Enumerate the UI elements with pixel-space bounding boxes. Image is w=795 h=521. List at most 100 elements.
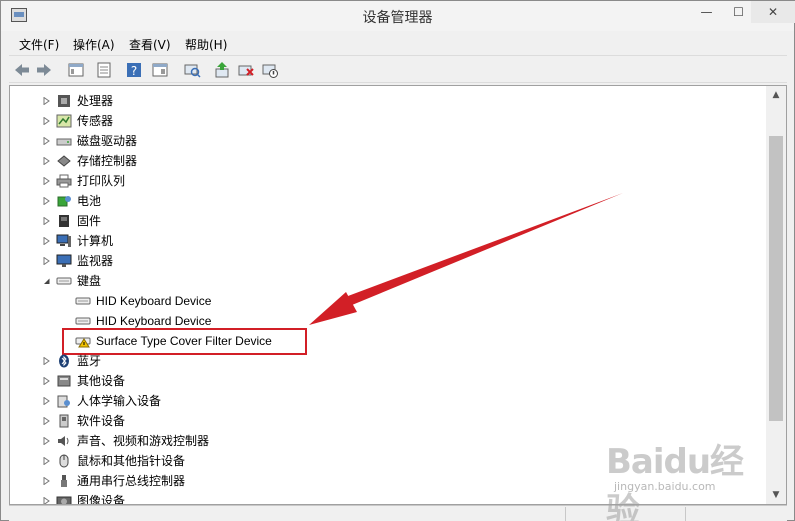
tree-item-label: 电池 (77, 194, 102, 208)
tree-item-hid[interactable]: 人体学输入设备 (10, 391, 750, 411)
sound-icon (58, 436, 69, 446)
tree-item-label: 处理器 (77, 94, 114, 108)
expand-arrow-icon[interactable] (43, 97, 50, 105)
expand-arrow-icon[interactable] (43, 397, 50, 405)
menu-view[interactable]: 查看(V) (129, 36, 171, 53)
printer-icon (56, 174, 72, 188)
expand-arrow-icon[interactable] (43, 477, 50, 485)
tree-item-label: 打印队列 (77, 174, 126, 188)
expand-arrow-icon[interactable] (43, 197, 50, 205)
expand-arrow-icon[interactable] (43, 257, 50, 265)
baidu-watermark: Baidu经验 jingyan.baidu.com (606, 434, 756, 521)
scroll-up-icon[interactable]: ▲ (766, 86, 786, 104)
console-tree-icon[interactable] (67, 61, 85, 79)
tree-item-disk-drive[interactable]: 磁盘驱动器 (10, 131, 750, 151)
bluetooth-icon (59, 354, 69, 368)
status-divider (565, 507, 566, 521)
expand-arrow-icon[interactable] (43, 237, 50, 245)
tree-item-storage-controller[interactable]: 存储控制器 (10, 151, 750, 171)
tree-item-label: 磁盘驱动器 (77, 134, 138, 148)
imaging-device-icon (56, 496, 72, 504)
svg-text:?: ? (131, 64, 137, 78)
action-pane-icon[interactable] (151, 61, 169, 79)
usb-icon (61, 475, 67, 487)
tree-item-label: 键盘 (77, 274, 102, 288)
expand-arrow-icon[interactable] (43, 357, 50, 365)
expand-arrow-icon[interactable] (43, 117, 50, 125)
tree-item-label: 鼠标和其他指针设备 (77, 454, 186, 468)
watermark-url: jingyan.baidu.com (614, 480, 716, 493)
menu-bar: 文件(F) 操作(A) 查看(V) 帮助(H) (9, 32, 787, 54)
scan-hardware-icon[interactable] (183, 61, 201, 79)
minimize-button[interactable]: — (692, 1, 721, 23)
maximize-button[interactable]: ☐ (724, 1, 753, 23)
tree-item-label: 监视器 (77, 254, 114, 268)
title-bar[interactable]: 设备管理器 — ☐ ✕ (1, 1, 795, 31)
close-button[interactable]: ✕ (751, 1, 795, 23)
help-icon[interactable]: ? (125, 61, 143, 79)
forward-arrow-icon[interactable] (35, 61, 53, 79)
tree-item-hid-keyboard-device[interactable]: HID Keyboard Device (10, 291, 750, 311)
expand-arrow-icon[interactable] (43, 457, 50, 465)
tree-item-firmware[interactable]: 固件 (10, 211, 750, 231)
firmware-icon (59, 215, 69, 227)
tree-item-bluetooth[interactable]: 蓝牙 (10, 351, 750, 371)
expand-arrow-icon[interactable] (43, 497, 50, 505)
tree-item-print-queue[interactable]: 打印队列 (10, 171, 750, 191)
tree-item-processor[interactable]: 处理器 (10, 91, 750, 111)
expand-arrow-icon[interactable] (43, 157, 50, 165)
processor-icon (58, 95, 70, 107)
hid-icon (57, 395, 70, 408)
expand-arrow-icon[interactable] (43, 217, 50, 225)
battery-icon (57, 196, 71, 207)
monitor-icon (56, 254, 72, 267)
tree-item-other-devices[interactable]: 其他设备 (10, 371, 750, 391)
properties-icon[interactable] (95, 61, 113, 79)
tree-item-label: 通用串行总线控制器 (77, 474, 186, 488)
toolbar: ? (9, 55, 787, 83)
back-arrow-icon[interactable] (13, 61, 31, 79)
tree-item-label: 蓝牙 (77, 354, 102, 368)
menu-help[interactable]: 帮助(H) (185, 36, 227, 53)
computer-icon (56, 234, 71, 247)
tree-item-keyboard[interactable]: 键盘 (10, 271, 750, 291)
expand-arrow-icon[interactable] (43, 417, 50, 425)
watermark-logo: Baidu经验 (606, 442, 744, 521)
tree-item-label: 图像设备 (77, 494, 126, 505)
tree-item-label: 其他设备 (77, 374, 126, 388)
update-driver-icon[interactable] (213, 61, 231, 79)
disable-device-icon[interactable] (261, 61, 279, 79)
other-devices-icon (57, 375, 71, 387)
scroll-thumb[interactable] (769, 136, 783, 421)
tree-item-software-device[interactable]: 软件设备 (10, 411, 750, 431)
window-title: 设备管理器 (362, 10, 433, 26)
mouse-icon (59, 454, 69, 468)
menu-file[interactable]: 文件(F) (19, 36, 59, 53)
expand-arrow-icon[interactable] (43, 137, 50, 145)
disk-drive-icon (56, 138, 72, 146)
keyboard-icon (75, 297, 91, 305)
vertical-scrollbar[interactable]: ▲ ▼ (766, 86, 786, 504)
tree-item-label: 声音、视频和游戏控制器 (77, 434, 210, 448)
tree-item-label: 软件设备 (77, 414, 126, 428)
expand-arrow-icon[interactable] (43, 177, 50, 185)
collapse-arrow-icon[interactable] (43, 277, 50, 285)
tree-item-label: 计算机 (77, 234, 114, 248)
tree-item-label: HID Keyboard Device (96, 294, 212, 308)
tree-item-label: 固件 (77, 214, 102, 228)
keyboard-icon (56, 277, 72, 285)
tree-item-label: 人体学输入设备 (77, 394, 162, 408)
expand-arrow-icon[interactable] (43, 377, 50, 385)
tree-item-sensor[interactable]: 传感器 (10, 111, 750, 131)
menu-action[interactable]: 操作(A) (73, 36, 115, 53)
tree-item-label: 传感器 (77, 114, 114, 128)
keyboard-icon (75, 317, 91, 325)
expand-arrow-icon[interactable] (43, 437, 50, 445)
tree-item-label: 存储控制器 (77, 154, 138, 168)
tree-item-monitor[interactable]: 监视器 (10, 251, 750, 271)
uninstall-device-icon[interactable] (237, 61, 255, 79)
tree-item-computer[interactable]: 计算机 (10, 231, 750, 251)
tree-item-battery[interactable]: 电池 (10, 191, 750, 211)
scroll-down-icon[interactable]: ▼ (766, 486, 786, 504)
storage-controller-icon (57, 155, 71, 167)
